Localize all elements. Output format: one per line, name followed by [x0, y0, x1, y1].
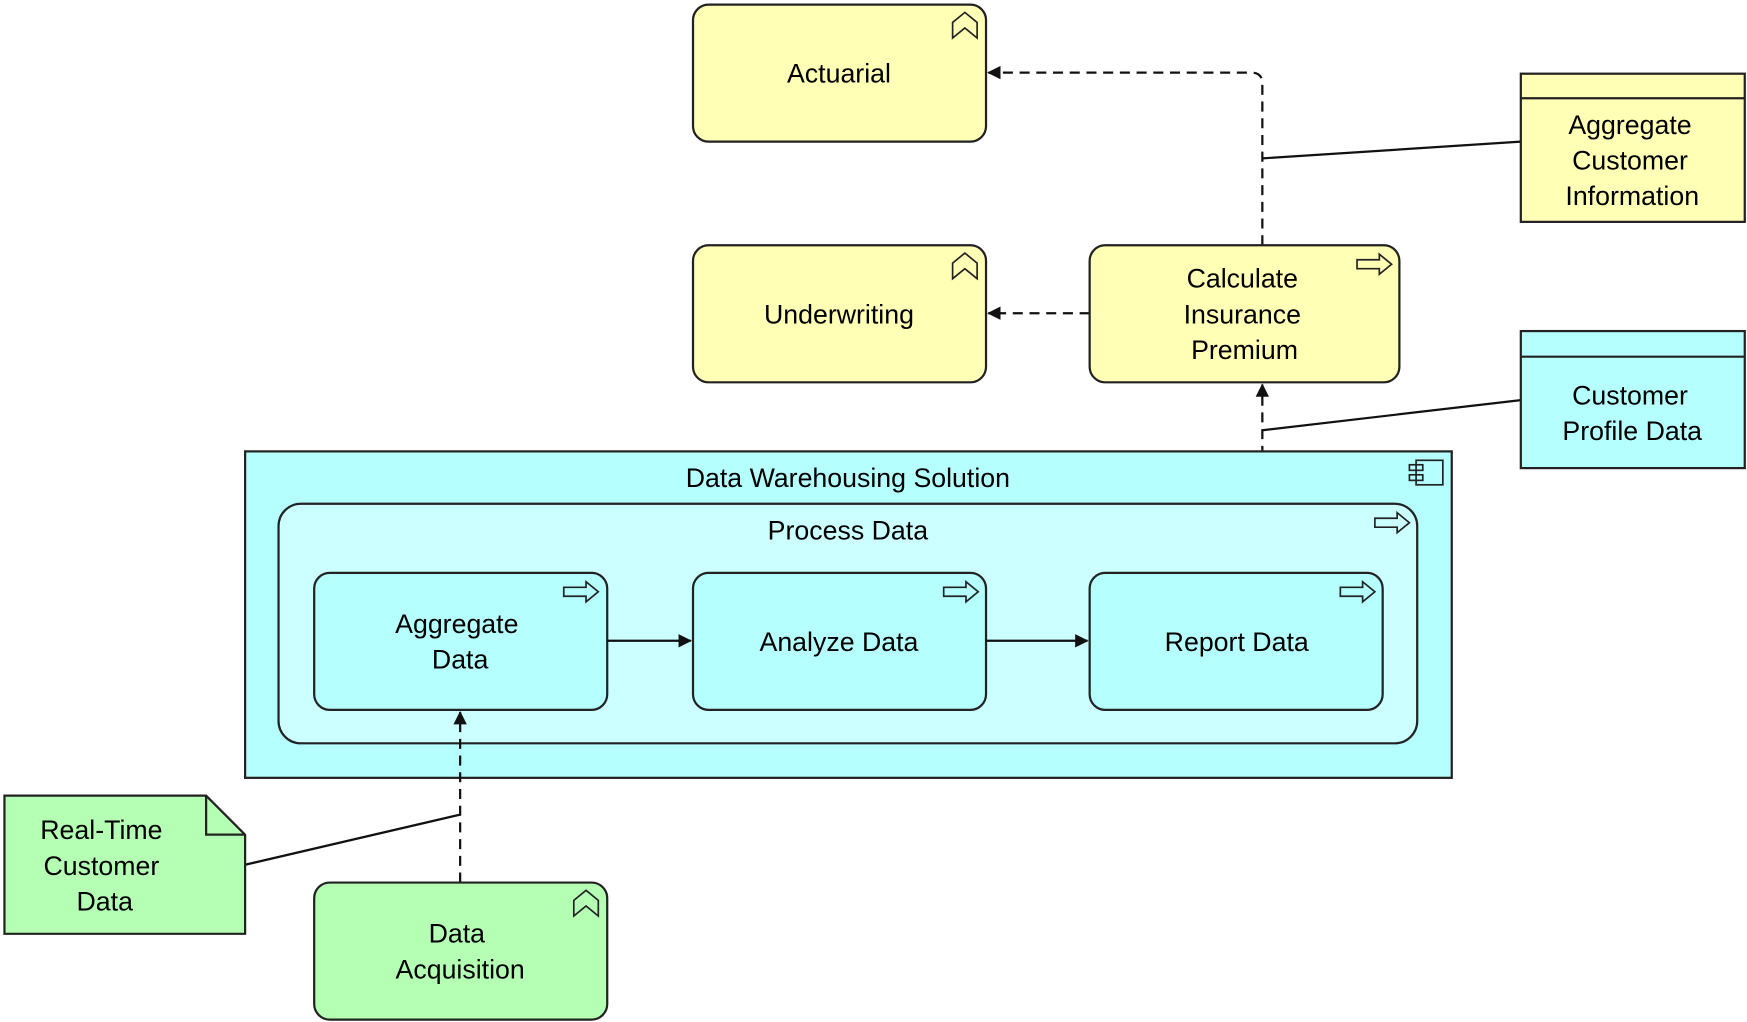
aggregate-data-node[interactable]: Aggregate Data	[313, 571, 609, 711]
process-data-label: Process Data	[768, 515, 929, 545]
actuarial-label: Actuarial	[787, 59, 891, 89]
customer-profile-data-label: Customer	[1572, 381, 1688, 411]
real-time-customer-data-label: Customer	[43, 851, 159, 881]
aggregate-customer-information-label: Customer	[1572, 146, 1688, 176]
association-aggregate-customer-info[interactable]	[1262, 140, 1521, 160]
customer-profile-data-label: Profile Data	[1562, 416, 1702, 446]
archimate-diagram: Actuarial Underwriting Calculate Insuran…	[3, 3, 1746, 1021]
aggregate-customer-information-label: Aggregate	[1568, 110, 1691, 140]
association-real-time-data[interactable]	[244, 813, 461, 866]
underwriting-label: Underwriting	[764, 299, 914, 329]
data-acquisition-label: Data	[429, 919, 486, 949]
real-time-customer-data-label: Real-Time	[40, 815, 162, 845]
data-acquisition-node[interactable]: Data Acquisition	[313, 881, 609, 1021]
aggregate-customer-information-node[interactable]: Aggregate Customer Information	[1519, 72, 1746, 223]
flow-premium-to-actuarial[interactable]	[987, 65, 1264, 246]
analyze-data-label: Analyze Data	[760, 627, 919, 657]
real-time-customer-data-node[interactable]: Real-Time Customer Data	[3, 794, 247, 935]
data-warehousing-solution-label: Data Warehousing Solution	[686, 463, 1010, 493]
aggregate-data-label: Aggregate	[395, 609, 518, 639]
report-data-label: Report Data	[1165, 627, 1309, 657]
calculate-premium-label: Premium	[1191, 335, 1298, 365]
real-time-customer-data-label: Data	[77, 886, 134, 916]
association-customer-profile[interactable]	[1262, 399, 1521, 432]
aggregate-customer-information-label: Information	[1565, 181, 1699, 211]
calculate-premium-label: Insurance	[1184, 299, 1301, 329]
actuarial-node[interactable]: Actuarial	[691, 3, 988, 143]
underwriting-node[interactable]: Underwriting	[691, 244, 988, 384]
aggregate-data-label: Data	[432, 645, 489, 675]
calculate-premium-node[interactable]: Calculate Insurance Premium	[1088, 244, 1401, 384]
analyze-data-node[interactable]: Analyze Data	[691, 571, 988, 711]
calculate-premium-label: Calculate	[1187, 264, 1298, 294]
report-data-node[interactable]: Report Data	[1088, 571, 1384, 711]
customer-profile-data-node[interactable]: Customer Profile Data	[1519, 329, 1746, 470]
data-acquisition-label: Acquisition	[396, 954, 525, 984]
